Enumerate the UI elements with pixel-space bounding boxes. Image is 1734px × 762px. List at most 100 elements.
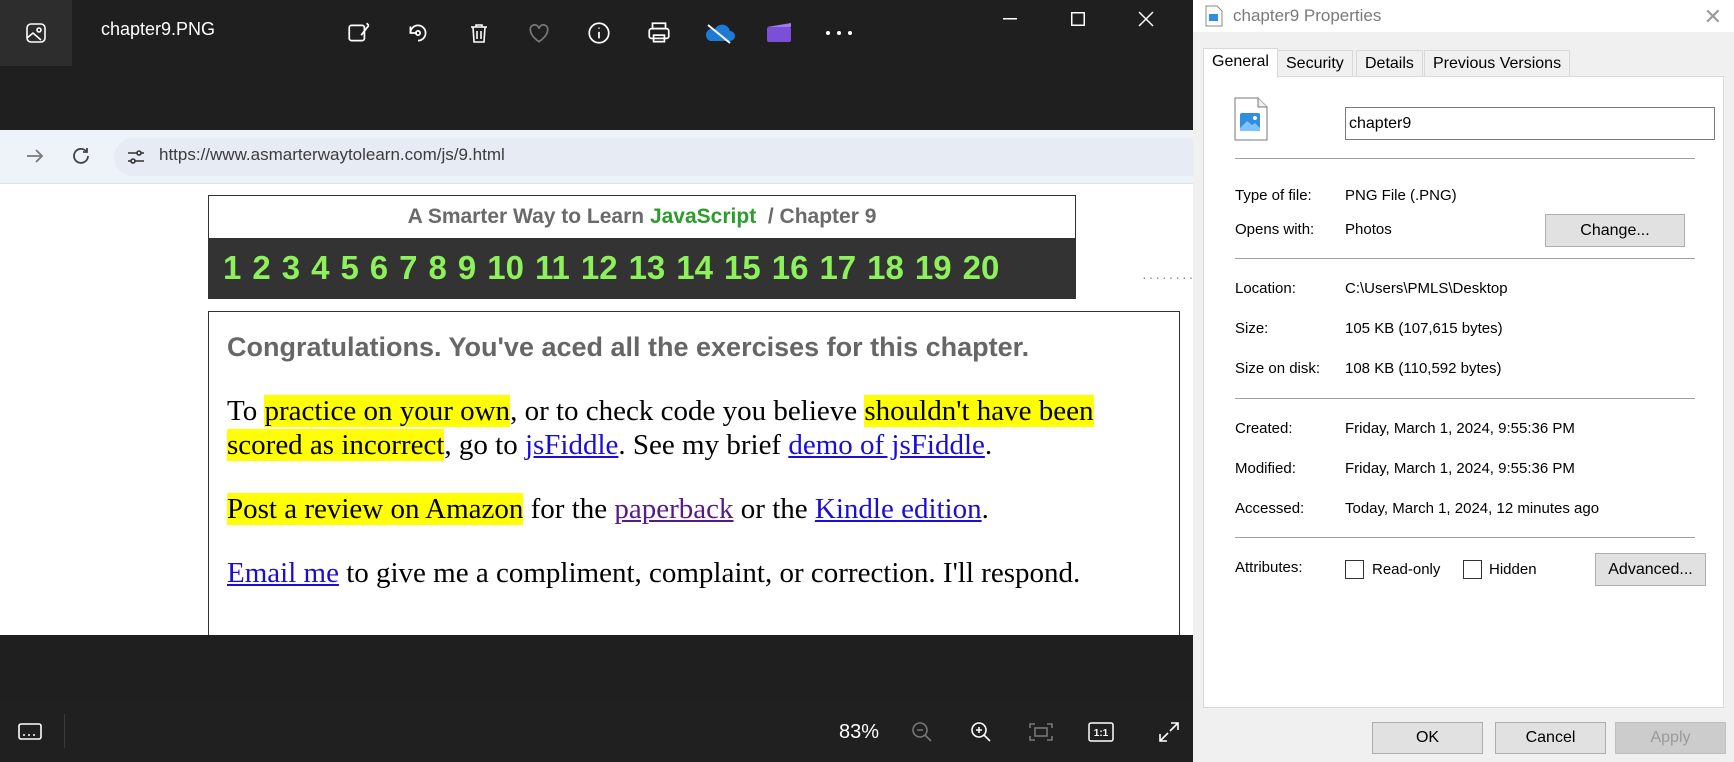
minimize-icon[interactable] bbox=[980, 0, 1040, 38]
divider bbox=[64, 714, 65, 748]
dialog-close-icon[interactable]: ✕ bbox=[1704, 4, 1722, 30]
type-value: PNG File (.PNG) bbox=[1345, 187, 1457, 204]
tab-general[interactable]: General bbox=[1203, 48, 1278, 78]
zoom-level: 83% bbox=[839, 721, 880, 743]
chapter-link: 14 bbox=[676, 249, 713, 286]
delete-icon[interactable] bbox=[459, 13, 499, 53]
chapter-link: 15 bbox=[724, 249, 761, 286]
text: , or to check code you believe bbox=[510, 395, 865, 427]
chapter-link: 2 bbox=[252, 249, 271, 286]
edit-image-icon[interactable] bbox=[339, 13, 379, 53]
separator bbox=[1235, 258, 1695, 259]
chapter-link: 17 bbox=[819, 249, 857, 286]
advanced-button[interactable]: Advanced... bbox=[1595, 553, 1706, 586]
chapter-link: 9 bbox=[457, 249, 477, 286]
kindle-link: Kindle edition bbox=[814, 493, 982, 525]
actual-size-icon[interactable]: 1:1 bbox=[1083, 714, 1119, 750]
chapter-link: 5 bbox=[340, 249, 359, 286]
refresh-icon bbox=[70, 145, 92, 172]
chapter-link: 1 bbox=[223, 249, 242, 286]
forward-icon bbox=[24, 145, 46, 172]
chapter-link: 8 bbox=[428, 249, 447, 286]
rotate-icon[interactable] bbox=[398, 13, 438, 53]
decorative-dots: ········· bbox=[1142, 269, 1193, 285]
info-icon[interactable] bbox=[579, 13, 619, 53]
cancel-button[interactable]: Cancel bbox=[1495, 722, 1606, 754]
highlight: Post a review on Amazon bbox=[227, 493, 524, 525]
change-button[interactable]: Change... bbox=[1545, 214, 1685, 247]
size-value: 105 KB (107,615 bytes) bbox=[1345, 320, 1503, 337]
zoom-out-icon[interactable] bbox=[904, 714, 940, 750]
browser-address-bar: https://www.asmarterwaytolearn.com/js/9.… bbox=[0, 130, 1193, 184]
chapter-link: 7 bbox=[399, 249, 418, 286]
dialog-titlebar: chapter9 Properties ✕ bbox=[1193, 0, 1734, 32]
chapter-link: 18 bbox=[867, 249, 904, 286]
text: . See my brief bbox=[618, 429, 789, 461]
photo-app-icon[interactable] bbox=[0, 0, 72, 66]
onedrive-icon[interactable] bbox=[699, 13, 739, 53]
text: to give me a compliment, complaint, or c… bbox=[338, 557, 1081, 589]
favorite-icon[interactable] bbox=[519, 13, 559, 53]
chapter-nav-box: A Smarter Way to Learn JavaScript / Chap… bbox=[208, 195, 1076, 299]
email-link: Email me bbox=[227, 557, 339, 589]
header-javascript: JavaScript bbox=[649, 205, 757, 228]
chapter-link: 12 bbox=[580, 249, 618, 286]
site-settings-icon bbox=[127, 149, 145, 170]
tab-security[interactable]: Security bbox=[1277, 50, 1353, 77]
zoom-in-icon[interactable] bbox=[963, 714, 999, 750]
tab-previous-versions[interactable]: Previous Versions bbox=[1424, 50, 1571, 77]
fit-icon[interactable] bbox=[1023, 714, 1059, 750]
text: or the bbox=[733, 493, 815, 525]
ok-button[interactable]: OK bbox=[1372, 722, 1483, 754]
clipchamp-icon[interactable] bbox=[759, 13, 799, 53]
chapter-link: 20 bbox=[962, 249, 1000, 286]
read-only-label: Read-only bbox=[1372, 561, 1441, 578]
chapter-link: 19 bbox=[914, 249, 952, 286]
accessed-value: Today, March 1, 2024, 12 minutes ago bbox=[1345, 500, 1600, 517]
location-value: C:\Users\PMLS\Desktop bbox=[1345, 280, 1508, 297]
demo-link: demo of jsFiddle bbox=[788, 429, 985, 461]
location-label: Location: bbox=[1235, 280, 1296, 297]
modified-label: Modified: bbox=[1235, 460, 1296, 477]
close-icon[interactable] bbox=[1116, 0, 1176, 38]
print-icon[interactable] bbox=[639, 13, 679, 53]
chapter-number-list: 1 2 3 4 5 6 7 8 9 10 11 12 13 14 15 16 1 bbox=[209, 238, 1075, 298]
chapter-link: 4 bbox=[311, 249, 330, 286]
header-suffix: / Chapter 9 bbox=[767, 205, 877, 228]
fullscreen-icon[interactable] bbox=[1151, 714, 1187, 750]
hidden-checkbox[interactable] bbox=[1463, 560, 1482, 579]
email-paragraph: Email me to give me a compliment, compla… bbox=[227, 556, 1167, 590]
chapter-link: 3 bbox=[281, 249, 301, 286]
attributes-label: Attributes: bbox=[1235, 559, 1303, 576]
more-icon[interactable] bbox=[819, 13, 859, 53]
general-panel: Type of file: PNG File (.PNG) Opens with… bbox=[1203, 76, 1724, 708]
file-name-title: chapter9.PNG bbox=[101, 19, 216, 39]
text: , go to bbox=[444, 429, 525, 461]
congrats-heading: Congratulations. You've aced all the exe… bbox=[227, 332, 1030, 362]
properties-dialog: chapter9 Properties ✕ General Security D… bbox=[1193, 0, 1734, 762]
hidden-label: Hidden bbox=[1489, 561, 1537, 578]
modified-value: Friday, March 1, 2024, 9:55:36 PM bbox=[1345, 460, 1575, 477]
chapter-link: 11 bbox=[534, 249, 570, 286]
tab-details[interactable]: Details bbox=[1356, 50, 1423, 77]
text: To bbox=[227, 395, 265, 427]
maximize-icon[interactable] bbox=[1048, 0, 1108, 38]
separator bbox=[1235, 398, 1695, 399]
accessed-label: Accessed: bbox=[1235, 500, 1305, 517]
apply-button[interactable]: Apply bbox=[1615, 722, 1726, 754]
size-on-disk-label: Size on disk: bbox=[1235, 360, 1321, 377]
url-text: https://www.asmarterwaytolearn.com/js/9.… bbox=[159, 145, 505, 164]
separator bbox=[1235, 158, 1695, 159]
chapter-link: 6 bbox=[369, 249, 389, 286]
viewer-bottom-bar: 83% 1:1 bbox=[0, 700, 1193, 762]
file-name-field[interactable] bbox=[1345, 107, 1715, 140]
chapter-link: 13 bbox=[628, 249, 666, 286]
opens-with-label: Opens with: bbox=[1235, 221, 1315, 238]
created-label: Created: bbox=[1235, 420, 1293, 437]
size-on-disk-value: 108 KB (110,592 bytes) bbox=[1345, 360, 1502, 377]
read-only-checkbox[interactable] bbox=[1345, 560, 1364, 579]
opens-with-value: Photos bbox=[1345, 221, 1392, 238]
chapter-link: 10 bbox=[487, 249, 524, 286]
filmstrip-icon[interactable] bbox=[12, 714, 48, 750]
chapter-header: A Smarter Way to Learn JavaScript / Chap… bbox=[209, 196, 1075, 238]
